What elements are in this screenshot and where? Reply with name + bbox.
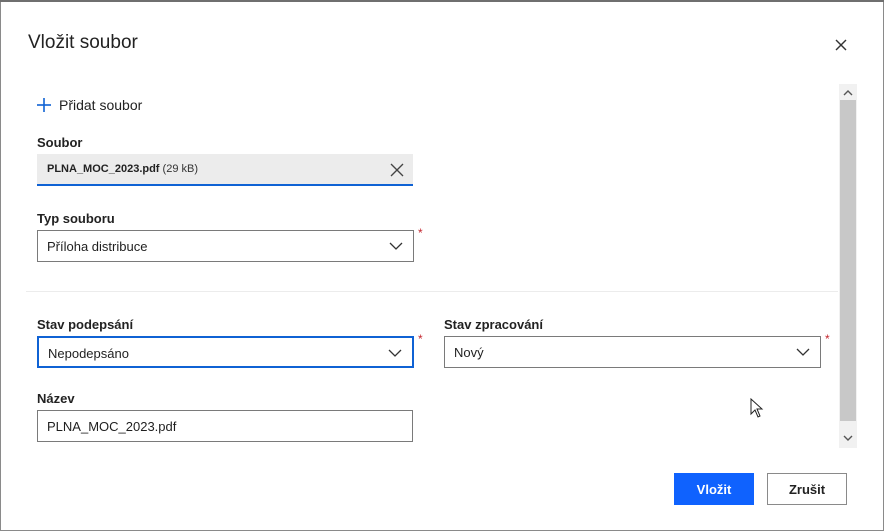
file-chip: PLNA_MOC_2023.pdf (29 kB) [37, 154, 413, 186]
insert-button[interactable]: Vložit [674, 473, 754, 505]
sign-state-select[interactable]: Nepodepsáno [37, 336, 414, 368]
chevron-down-icon [389, 242, 403, 250]
section-divider [26, 291, 838, 292]
required-marker: * [418, 226, 423, 240]
cancel-button[interactable]: Zrušit [767, 473, 847, 505]
file-type-value: Příloha distribuce [47, 239, 148, 254]
dialog-title: Vložit soubor [28, 32, 138, 53]
required-marker: * [825, 332, 830, 346]
file-type-label: Typ souboru [37, 211, 115, 226]
file-name: PLNA_MOC_2023.pdf (29 kB) [47, 163, 198, 175]
sign-state-label: Stav podepsání [37, 317, 134, 332]
vertical-scrollbar[interactable] [839, 84, 857, 448]
scroll-up-icon[interactable] [842, 87, 854, 99]
mouse-cursor-icon [750, 398, 764, 418]
dialog-content: Přidat soubor Soubor PLNA_MOC_2023.pdf (… [26, 84, 864, 448]
required-marker: * [418, 332, 423, 346]
close-icon[interactable] [830, 34, 852, 56]
plus-icon [37, 98, 51, 112]
processing-state-label: Stav zpracování [444, 317, 543, 332]
close-button[interactable] [830, 34, 852, 56]
add-file-label: Přidat soubor [59, 97, 143, 113]
add-file-button[interactable]: Přidat soubor [36, 94, 142, 116]
name-label: Název [37, 391, 75, 406]
scrollbar-thumb[interactable] [840, 100, 856, 421]
remove-file-icon[interactable] [390, 163, 404, 177]
file-label: Soubor [37, 135, 83, 150]
chevron-down-icon [388, 349, 402, 357]
name-input[interactable]: PLNA_MOC_2023.pdf [37, 410, 413, 442]
scroll-down-icon[interactable] [842, 432, 854, 444]
chevron-down-icon [796, 348, 810, 356]
sign-state-value: Nepodepsáno [48, 346, 129, 361]
name-value: PLNA_MOC_2023.pdf [47, 419, 177, 434]
file-size: (29 kB) [162, 163, 199, 175]
file-type-select[interactable]: Příloha distribuce [37, 230, 414, 262]
processing-state-select[interactable]: Nový [444, 336, 821, 368]
file-name-text: PLNA_MOC_2023.pdf [47, 163, 160, 175]
processing-state-value: Nový [454, 345, 484, 360]
